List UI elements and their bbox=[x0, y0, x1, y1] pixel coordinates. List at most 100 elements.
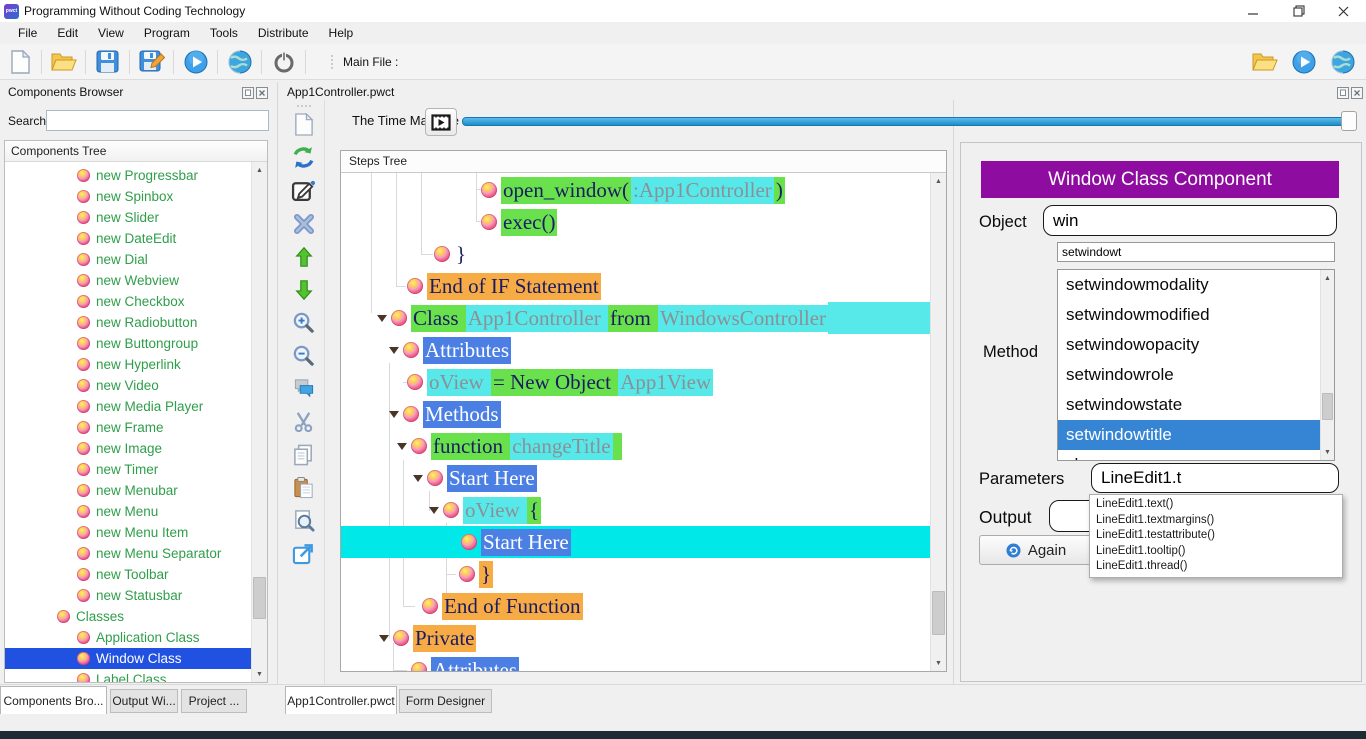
time-machine-play-button[interactable] bbox=[425, 108, 457, 136]
tree-item[interactable]: Application Class bbox=[5, 627, 251, 648]
step-row[interactable]: Attributes bbox=[341, 334, 930, 366]
run-icon[interactable] bbox=[1290, 48, 1317, 75]
expand-triangle-icon[interactable] bbox=[397, 443, 407, 450]
method-item[interactable]: show bbox=[1058, 450, 1320, 460]
tree-item[interactable]: new DateEdit bbox=[5, 228, 251, 249]
scroll-up-icon[interactable]: ▲ bbox=[1321, 270, 1334, 286]
parameters-input[interactable] bbox=[1091, 463, 1339, 493]
scroll-up-icon[interactable]: ▲ bbox=[931, 173, 946, 189]
autocomplete-item[interactable]: LineEdit1.testattribute() bbox=[1090, 528, 1342, 544]
method-item[interactable]: setwindowopacity bbox=[1058, 330, 1320, 360]
close-panel-icon[interactable] bbox=[256, 87, 268, 99]
tree-item[interactable]: new Video bbox=[5, 375, 251, 396]
panel-splitter[interactable] bbox=[277, 82, 278, 684]
tree-item[interactable]: new Checkbox bbox=[5, 291, 251, 312]
panel-tab[interactable]: Components Bro... bbox=[0, 686, 107, 714]
edit-step-icon[interactable] bbox=[290, 177, 318, 204]
again-button[interactable]: Again bbox=[979, 535, 1093, 565]
expand-triangle-icon[interactable] bbox=[379, 635, 389, 642]
float-panel-icon[interactable] bbox=[242, 87, 254, 99]
expand-triangle-icon[interactable] bbox=[389, 411, 399, 418]
tree-item[interactable]: new Webview bbox=[5, 270, 251, 291]
globe-icon[interactable] bbox=[1329, 48, 1356, 75]
step-row[interactable]: Attributes bbox=[341, 654, 930, 671]
time-machine-slider[interactable] bbox=[462, 117, 1345, 126]
expand-triangle-icon[interactable] bbox=[413, 475, 423, 482]
tree-item[interactable]: new Media Player bbox=[5, 396, 251, 417]
tree-item[interactable]: new Slider bbox=[5, 207, 251, 228]
paste-icon[interactable] bbox=[290, 474, 318, 501]
expand-triangle-icon[interactable] bbox=[389, 347, 399, 354]
autocomplete-item[interactable]: LineEdit1.textmargins() bbox=[1090, 513, 1342, 529]
autocomplete-item[interactable]: LineEdit1.text() bbox=[1090, 497, 1342, 513]
step-row[interactable]: } bbox=[341, 558, 930, 590]
expand-triangle-icon[interactable] bbox=[377, 315, 387, 322]
method-item[interactable]: setwindowstate bbox=[1058, 390, 1320, 420]
scroll-down-icon[interactable]: ▼ bbox=[1321, 444, 1334, 460]
scrollbar-thumb[interactable] bbox=[932, 591, 945, 635]
delete-step-icon[interactable] bbox=[290, 210, 318, 237]
restore-button[interactable] bbox=[1276, 0, 1321, 22]
step-row[interactable]: oView { bbox=[341, 494, 930, 526]
scrollbar-thumb[interactable] bbox=[1322, 393, 1333, 420]
menu-item-edit[interactable]: Edit bbox=[47, 24, 88, 42]
open-file-icon[interactable] bbox=[50, 48, 77, 75]
method-filter-input[interactable] bbox=[1057, 242, 1335, 262]
step-row[interactable]: End of Function bbox=[341, 590, 930, 622]
new-file-icon[interactable] bbox=[6, 48, 33, 75]
save-as-icon[interactable] bbox=[138, 48, 165, 75]
globe-icon[interactable] bbox=[226, 48, 253, 75]
tree-item[interactable]: new Menubar bbox=[5, 480, 251, 501]
save-icon[interactable] bbox=[94, 48, 121, 75]
find-icon[interactable] bbox=[290, 507, 318, 534]
menu-item-file[interactable]: File bbox=[8, 24, 47, 42]
panel-tab[interactable]: Project ... bbox=[181, 689, 247, 713]
close-panel-icon[interactable] bbox=[1351, 87, 1363, 99]
scroll-down-icon[interactable]: ▼ bbox=[931, 655, 946, 671]
step-row[interactable]: } bbox=[341, 238, 930, 270]
steps-tree-scrollbar[interactable]: ▲ ▼ bbox=[930, 173, 946, 671]
tree-item[interactable]: new Menu bbox=[5, 501, 251, 522]
document-tab[interactable]: Form Designer bbox=[399, 689, 492, 713]
tree-item[interactable]: new Timer bbox=[5, 459, 251, 480]
tree-item[interactable]: new Progressbar bbox=[5, 165, 251, 186]
method-item[interactable]: setwindowtitle bbox=[1058, 420, 1320, 450]
step-row[interactable]: Class App1Controller from WindowsControl… bbox=[341, 302, 930, 334]
document-tab[interactable]: App1Controller.pwct bbox=[285, 686, 397, 714]
method-item[interactable]: setwindowrole bbox=[1058, 360, 1320, 390]
copy-icon[interactable] bbox=[290, 441, 318, 468]
tree-item[interactable]: Classes bbox=[5, 606, 251, 627]
tree-item[interactable]: new Statusbar bbox=[5, 585, 251, 606]
step-row[interactable]: exec() bbox=[341, 206, 930, 238]
menu-item-distribute[interactable]: Distribute bbox=[248, 24, 319, 42]
zoom-out-icon[interactable] bbox=[290, 342, 318, 369]
toolbar-grip[interactable] bbox=[296, 104, 312, 109]
scroll-up-icon[interactable]: ▲ bbox=[252, 162, 267, 178]
close-button[interactable] bbox=[1321, 0, 1366, 22]
step-row[interactable]: oView = New Object App1View bbox=[341, 366, 930, 398]
minimize-button[interactable] bbox=[1231, 0, 1276, 22]
method-list-scrollbar[interactable]: ▲ ▼ bbox=[1320, 270, 1334, 460]
power-icon[interactable] bbox=[270, 48, 297, 75]
step-row[interactable]: Methods bbox=[341, 398, 930, 430]
toolbar-grip[interactable] bbox=[330, 54, 335, 70]
tree-item[interactable]: Label Class bbox=[5, 669, 251, 682]
tree-item[interactable]: new Toolbar bbox=[5, 564, 251, 585]
tree-item[interactable]: new Dial bbox=[5, 249, 251, 270]
zoom-in-icon[interactable] bbox=[290, 309, 318, 336]
new-step-icon[interactable] bbox=[290, 111, 318, 138]
cut-icon[interactable] bbox=[290, 408, 318, 435]
menu-item-help[interactable]: Help bbox=[319, 24, 364, 42]
step-row[interactable]: Private bbox=[341, 622, 930, 654]
run-icon[interactable] bbox=[182, 48, 209, 75]
menu-item-tools[interactable]: Tools bbox=[200, 24, 248, 42]
tree-item[interactable]: new Hyperlink bbox=[5, 354, 251, 375]
tree-item[interactable]: new Menu Separator bbox=[5, 543, 251, 564]
open-file-icon[interactable] bbox=[1251, 48, 1278, 75]
step-row[interactable]: Start Here bbox=[341, 462, 930, 494]
method-item[interactable]: setwindowmodality bbox=[1058, 270, 1320, 300]
menu-item-program[interactable]: Program bbox=[134, 24, 200, 42]
tree-item[interactable]: new Menu Item bbox=[5, 522, 251, 543]
panel-splitter[interactable] bbox=[953, 100, 954, 684]
step-row[interactable]: function changeTitle bbox=[341, 430, 930, 462]
